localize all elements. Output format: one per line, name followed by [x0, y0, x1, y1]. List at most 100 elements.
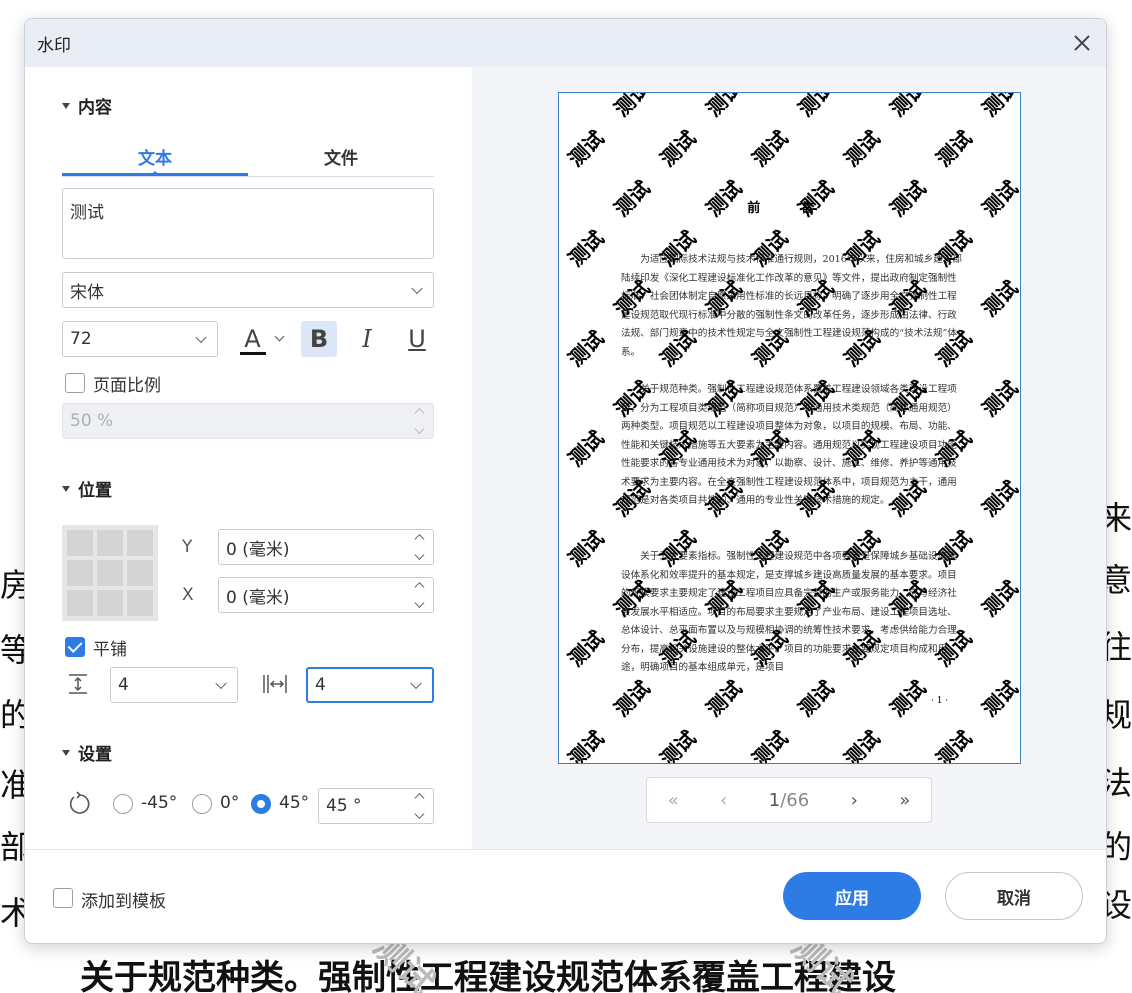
- watermark-dialog: 水印 内容 文本 文件 测试 宋体 72 A B I U 页面比例 50 % 位…: [24, 18, 1107, 944]
- watermark-mark: 测试: [561, 723, 610, 763]
- watermark-mark: 测试: [559, 673, 563, 722]
- position-cell[interactable]: [97, 590, 123, 616]
- page-ratio-input[interactable]: 50 %: [62, 403, 434, 439]
- add-to-template-label: 添加到模板: [81, 892, 166, 912]
- watermark-mark: 测试: [929, 723, 978, 763]
- rotation-radio-0[interactable]: [192, 794, 212, 814]
- dialog-titlebar: 水印: [25, 19, 1106, 67]
- add-to-template-checkbox[interactable]: [53, 888, 73, 908]
- page-ratio-value: 50 %: [70, 411, 114, 431]
- tab-file[interactable]: 文件: [248, 147, 434, 176]
- settings-section-label: 设置: [78, 745, 112, 765]
- first-page-icon[interactable]: «: [668, 790, 679, 811]
- rotation-radio-minus45[interactable]: [113, 794, 133, 814]
- preview-page: 前 言 为适应国际技术法规与技术标准通行规则，2016年以来，住房和城乡建设部陆…: [558, 92, 1021, 764]
- collapse-triangle-icon: [62, 485, 70, 492]
- position-cell[interactable]: [127, 560, 153, 586]
- tile-label: 平铺: [93, 640, 127, 660]
- watermark-mark: 测试: [559, 373, 563, 422]
- position-cell[interactable]: [67, 530, 93, 556]
- watermark-mark: 测试: [561, 423, 610, 472]
- watermark-mark: 测试: [559, 573, 563, 622]
- page-indicator: 1/66: [769, 790, 809, 811]
- watermark-mark: 测试: [563, 125, 609, 172]
- watermark-mark: 测试: [558, 92, 563, 122]
- preview-panel: 前 言 为适应国际技术法规与技术标准通行规则，2016年以来，住房和城乡建设部陆…: [472, 67, 1106, 849]
- rotate-icon: [67, 791, 93, 817]
- underline-button[interactable]: U: [399, 321, 435, 357]
- collapse-triangle-icon: [62, 102, 70, 109]
- watermark-mark: 测试: [747, 125, 793, 172]
- page-navigator: « ‹ 1/66 › »: [646, 777, 932, 823]
- content-tabs: 文本 文件: [62, 147, 434, 177]
- page-ratio-checkbox[interactable]: [65, 373, 85, 393]
- position-cell[interactable]: [97, 560, 123, 586]
- position-cell[interactable]: [67, 560, 93, 586]
- tile-checkbox[interactable]: [65, 637, 85, 657]
- settings-panel: 内容 文本 文件 测试 宋体 72 A B I U 页面比例 50 % 位置 Y…: [25, 67, 472, 849]
- watermark-mark: 测试: [653, 723, 702, 763]
- position-cell[interactable]: [127, 530, 153, 556]
- watermark-mark: 测试: [975, 273, 1020, 322]
- apply-button[interactable]: 应用: [783, 872, 921, 920]
- current-page[interactable]: 1: [769, 790, 780, 811]
- watermark-mark: 测试: [883, 673, 932, 722]
- x-offset-value: 0 (毫米): [226, 587, 290, 608]
- horizontal-tile-select[interactable]: 4: [306, 667, 434, 703]
- bold-icon: B: [309, 325, 329, 353]
- font-color-button[interactable]: A: [231, 321, 291, 357]
- font-family-select[interactable]: 宋体: [62, 272, 434, 308]
- font-size-select[interactable]: 72: [62, 321, 218, 357]
- watermark-mark: 测试: [561, 223, 610, 272]
- position-grid[interactable]: [62, 525, 158, 621]
- prev-page-icon[interactable]: ‹: [720, 790, 727, 811]
- preview-page-number: · 1 ·: [931, 696, 949, 706]
- settings-section-header[interactable]: 设置: [62, 740, 112, 765]
- rotation-angle-spinner[interactable]: [414, 793, 425, 819]
- x-offset-spinner[interactable]: [414, 582, 425, 608]
- italic-button[interactable]: I: [349, 321, 385, 357]
- y-offset-input[interactable]: 0 (毫米): [218, 529, 434, 565]
- total-pages: /66: [780, 789, 810, 811]
- rotation-radio-45[interactable]: [251, 794, 271, 814]
- dialog-footer: 添加到模板 应用 取消: [25, 849, 1106, 943]
- cancel-button[interactable]: 取消: [945, 872, 1083, 920]
- x-label: X: [182, 585, 194, 605]
- position-cell[interactable]: [97, 530, 123, 556]
- rotation-angle-input[interactable]: 45 °: [318, 788, 434, 824]
- y-offset-value: 0 (毫米): [226, 539, 290, 560]
- watermark-mark: 测试: [655, 125, 701, 172]
- chevron-down-icon: [274, 331, 284, 341]
- content-section-label: 内容: [78, 98, 112, 118]
- watermark-mark: 测试: [607, 673, 656, 722]
- position-cell[interactable]: [127, 590, 153, 616]
- last-page-icon[interactable]: »: [899, 790, 910, 811]
- page-ratio-label: 页面比例: [93, 376, 161, 396]
- watermark-mark: 测试: [975, 673, 1020, 722]
- tab-text[interactable]: 文本: [62, 147, 248, 176]
- watermark-mark: 测试: [609, 92, 655, 122]
- watermark-text-input[interactable]: 测试: [62, 188, 434, 259]
- page-ratio-spinner[interactable]: [414, 408, 425, 434]
- watermark-mark: 测试: [561, 623, 610, 672]
- vertical-tile-value: 4: [118, 675, 129, 695]
- dialog-title: 水印: [37, 35, 71, 56]
- watermark-mark: 测试: [977, 92, 1021, 122]
- horizontal-tile-value: 4: [315, 675, 326, 695]
- watermark-mark: 测试: [745, 723, 794, 763]
- collapse-triangle-icon: [62, 749, 70, 756]
- content-section-header[interactable]: 内容: [62, 93, 112, 118]
- watermark-mark: 测试: [559, 473, 563, 522]
- watermark-mark: 测试: [931, 125, 977, 172]
- position-section-header[interactable]: 位置: [62, 476, 112, 501]
- next-page-icon[interactable]: ›: [851, 790, 858, 811]
- watermark-mark: 测试: [975, 373, 1020, 422]
- watermark-mark: 测试: [791, 673, 840, 722]
- chevron-down-icon: [215, 677, 227, 690]
- position-cell[interactable]: [67, 590, 93, 616]
- close-icon[interactable]: [1070, 31, 1094, 55]
- bold-button[interactable]: B: [301, 321, 337, 357]
- y-offset-spinner[interactable]: [414, 534, 425, 560]
- vertical-tile-select[interactable]: 4: [110, 667, 238, 703]
- x-offset-input[interactable]: 0 (毫米): [218, 577, 434, 613]
